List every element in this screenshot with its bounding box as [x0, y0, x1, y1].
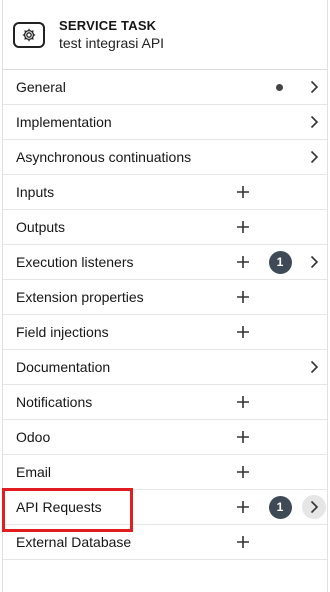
chevron-right-icon[interactable]	[302, 70, 326, 104]
group-label: Outputs	[16, 219, 66, 235]
count-badge-value: 1	[268, 250, 292, 274]
add-icon[interactable]	[233, 455, 253, 489]
properties-panel: SERVICE TASK test integrasi API General I…	[2, 0, 328, 592]
add-icon[interactable]	[233, 315, 253, 349]
add-icon[interactable]	[233, 280, 253, 314]
group-header-async[interactable]: Asynchronous continuations	[3, 140, 327, 175]
group-label: General	[16, 79, 66, 95]
group-list: General Implementation Asynchronous contin…	[3, 70, 327, 560]
element-type-label: SERVICE TASK	[59, 17, 157, 33]
chevron-right-icon[interactable]	[302, 245, 326, 279]
group-label: Asynchronous continuations	[16, 149, 192, 165]
count-badge: 1	[267, 245, 293, 279]
add-icon[interactable]	[233, 210, 253, 244]
group-header-inputs[interactable]: Inputs	[3, 175, 327, 210]
add-icon[interactable]	[233, 245, 253, 279]
gear-icon	[13, 21, 45, 48]
group-label: Email	[16, 464, 52, 480]
group-header-extension-properties[interactable]: Extension properties	[3, 280, 327, 315]
group-label: Odoo	[16, 429, 51, 445]
group-header-email[interactable]: Email	[3, 455, 327, 490]
chevron-right-icon[interactable]	[302, 105, 326, 139]
group-label: Implementation	[16, 114, 112, 130]
data-marker-dot	[273, 70, 285, 104]
group-label: Field injections	[16, 324, 109, 340]
count-badge-value: 1	[268, 495, 292, 519]
add-icon[interactable]	[233, 175, 253, 209]
group-label: Inputs	[16, 184, 55, 200]
group-header-execution-listeners[interactable]: Execution listeners 1	[3, 245, 327, 280]
element-name-label: test integrasi API	[59, 34, 165, 51]
add-icon[interactable]	[233, 420, 253, 454]
chevron-right-icon[interactable]	[302, 350, 326, 384]
add-icon[interactable]	[233, 385, 253, 419]
group-header-implementation[interactable]: Implementation	[3, 105, 327, 140]
group-label: Extension properties	[16, 289, 144, 305]
group-header-notifications[interactable]: Notifications	[3, 385, 327, 420]
panel-header: SERVICE TASK test integrasi API	[3, 0, 327, 70]
group-header-field-injections[interactable]: Field injections	[3, 315, 327, 350]
group-label: Documentation	[16, 359, 111, 375]
group-label: API Requests	[16, 499, 102, 515]
group-header-odoo[interactable]: Odoo	[3, 420, 327, 455]
chevron-right-icon[interactable]	[302, 490, 326, 524]
group-header-general[interactable]: General	[3, 70, 327, 105]
group-header-outputs[interactable]: Outputs	[3, 210, 327, 245]
add-icon[interactable]	[233, 490, 253, 524]
chevron-right-icon[interactable]	[302, 140, 326, 174]
group-header-documentation[interactable]: Documentation	[3, 350, 327, 385]
group-header-external-database[interactable]: External Database	[3, 525, 327, 560]
group-label: Execution listeners	[16, 254, 134, 270]
group-label: External Database	[16, 534, 132, 550]
add-icon[interactable]	[233, 525, 253, 559]
group-label: Notifications	[16, 394, 93, 410]
group-header-api-requests[interactable]: API Requests 1	[3, 490, 327, 525]
count-badge: 1	[267, 490, 293, 524]
